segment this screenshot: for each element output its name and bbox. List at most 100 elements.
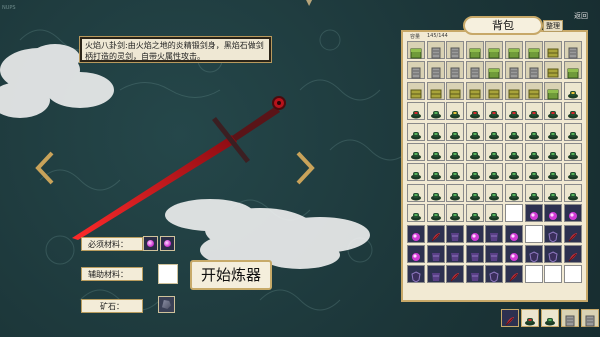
inventory-slot[interactable]: [465, 224, 484, 243]
inventory-slot[interactable]: [485, 163, 504, 182]
inventory-slot[interactable]: [563, 61, 582, 80]
inventory-slot[interactable]: [524, 204, 543, 223]
inventory-slot[interactable]: [563, 224, 582, 243]
auxiliary-material-slot[interactable]: [158, 264, 178, 284]
inventory-slot[interactable]: [544, 41, 563, 59]
quickbar-slot[interactable]: [561, 309, 579, 327]
inventory-slot[interactable]: [505, 143, 523, 161]
return-button[interactable]: 返回: [566, 6, 596, 26]
inventory-slot[interactable]: [524, 245, 543, 263]
inventory-slot[interactable]: [446, 61, 465, 80]
inventory-slot[interactable]: [485, 41, 504, 59]
inventory-slot[interactable]: [426, 224, 445, 243]
inventory-slot[interactable]: [426, 102, 445, 121]
inventory-slot[interactable]: [505, 265, 523, 284]
required-material-slot-2[interactable]: [160, 236, 175, 251]
inventory-slot[interactable]: [524, 183, 543, 202]
inventory-slot[interactable]: [505, 204, 523, 223]
inventory-slot[interactable]: [446, 204, 465, 223]
inventory-slot[interactable]: [544, 143, 563, 161]
inventory-slot[interactable]: [426, 122, 445, 141]
inventory-slot[interactable]: [563, 143, 582, 161]
inventory-slot[interactable]: [563, 122, 582, 141]
inventory-slot[interactable]: [524, 102, 543, 121]
inventory-slot[interactable]: [465, 265, 484, 284]
inventory-slot[interactable]: [465, 204, 484, 223]
inventory-slot[interactable]: [407, 183, 425, 202]
inventory-slot[interactable]: [446, 245, 465, 263]
required-material-slot-1[interactable]: [143, 236, 158, 251]
inventory-slot[interactable]: [446, 41, 465, 59]
previous-arrow-icon[interactable]: [34, 151, 56, 185]
inventory-slot[interactable]: [446, 224, 465, 243]
inventory-slot[interactable]: [465, 61, 484, 80]
inventory-slot[interactable]: [563, 204, 582, 223]
inventory-slot[interactable]: [407, 61, 425, 80]
inventory-slot[interactable]: [563, 183, 582, 202]
inventory-slot[interactable]: [563, 102, 582, 121]
inventory-slot[interactable]: [524, 265, 543, 284]
inventory-slot[interactable]: [426, 265, 445, 284]
inventory-slot[interactable]: [407, 204, 425, 223]
inventory-slot[interactable]: [505, 122, 523, 141]
inventory-slot[interactable]: [485, 245, 504, 263]
inventory-slot[interactable]: [446, 143, 465, 161]
quickbar-slot[interactable]: [501, 309, 519, 327]
inventory-slot[interactable]: [426, 163, 445, 182]
inventory-slot[interactable]: [465, 183, 484, 202]
inventory-slot[interactable]: [485, 102, 504, 121]
inventory-slot[interactable]: [505, 81, 523, 100]
inventory-slot[interactable]: [426, 143, 445, 161]
inventory-slot[interactable]: [505, 245, 523, 263]
inventory-slot[interactable]: [563, 41, 582, 59]
inventory-slot[interactable]: [465, 41, 484, 59]
inventory-slot[interactable]: [407, 81, 425, 100]
inventory-slot[interactable]: [563, 81, 582, 100]
inventory-slot[interactable]: [446, 102, 465, 121]
inventory-slot[interactable]: [465, 245, 484, 263]
inventory-slot[interactable]: [426, 41, 445, 59]
inventory-slot[interactable]: [505, 41, 523, 59]
inventory-slot[interactable]: [544, 265, 563, 284]
quickbar-slot[interactable]: [521, 309, 539, 327]
inventory-slot[interactable]: [544, 245, 563, 263]
inventory-slot[interactable]: [446, 265, 465, 284]
inventory-slot[interactable]: [465, 143, 484, 161]
inventory-slot[interactable]: [485, 81, 504, 100]
inventory-slot[interactable]: [505, 102, 523, 121]
inventory-slot[interactable]: [505, 183, 523, 202]
inventory-slot[interactable]: [485, 61, 504, 80]
inventory-slot[interactable]: [544, 102, 563, 121]
quickbar-slot[interactable]: [541, 309, 559, 327]
inventory-slot[interactable]: [446, 183, 465, 202]
inventory-slot[interactable]: [446, 122, 465, 141]
inventory-slot[interactable]: [563, 163, 582, 182]
inventory-slot[interactable]: [407, 224, 425, 243]
inventory-slot[interactable]: [485, 224, 504, 243]
inventory-slot[interactable]: [544, 122, 563, 141]
inventory-slot[interactable]: [524, 224, 543, 243]
inventory-slot[interactable]: [426, 183, 445, 202]
sort-button[interactable]: 整理: [543, 20, 563, 32]
inventory-slot[interactable]: [426, 61, 445, 80]
inventory-slot[interactable]: [446, 81, 465, 100]
inventory-slot[interactable]: [407, 122, 425, 141]
inventory-slot[interactable]: [485, 183, 504, 202]
inventory-slot[interactable]: [407, 245, 425, 263]
inventory-slot[interactable]: [407, 41, 425, 59]
inventory-slot[interactable]: [505, 61, 523, 80]
inventory-slot[interactable]: [485, 122, 504, 141]
inventory-slot[interactable]: [426, 245, 445, 263]
inventory-slot[interactable]: [485, 143, 504, 161]
inventory-slot[interactable]: [524, 61, 543, 80]
inventory-slot[interactable]: [524, 41, 543, 59]
inventory-slot[interactable]: [407, 143, 425, 161]
inventory-slot[interactable]: [544, 81, 563, 100]
inventory-slot[interactable]: [505, 163, 523, 182]
inventory-slot[interactable]: [544, 224, 563, 243]
inventory-slot[interactable]: [544, 61, 563, 80]
inventory-slot[interactable]: [407, 265, 425, 284]
inventory-slot[interactable]: [524, 81, 543, 100]
inventory-slot[interactable]: [544, 204, 563, 223]
ore-slot[interactable]: [158, 296, 175, 313]
